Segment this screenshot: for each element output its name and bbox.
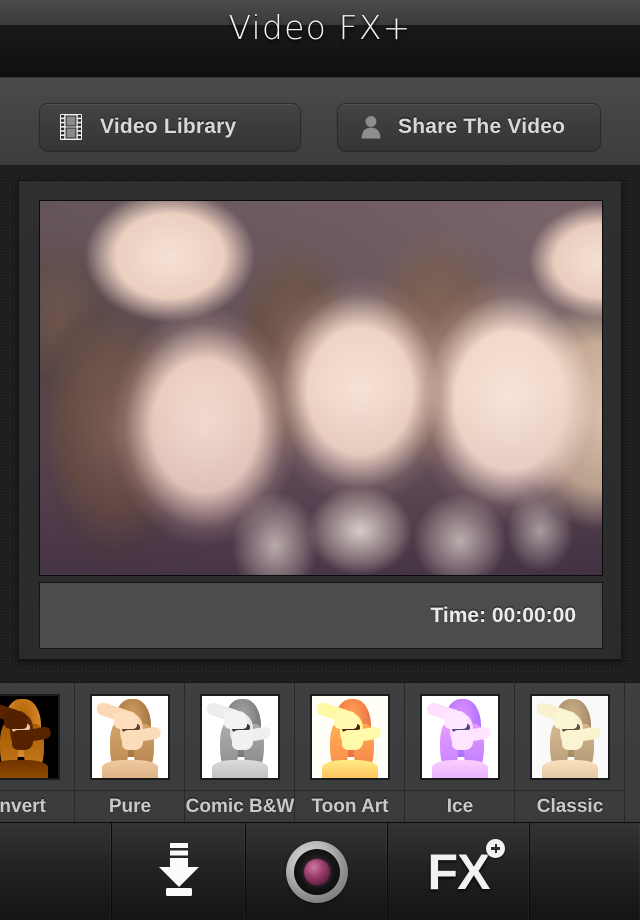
bottom-toolbar: FX: [0, 822, 640, 920]
filter-preview-image: [311, 696, 388, 778]
bottom-bar-spacer-left: [0, 823, 112, 920]
filter-label-row: Invert: [0, 790, 75, 822]
page-title: Video FX+: [228, 8, 412, 47]
camera-lens-glass: [303, 859, 330, 885]
filter-label-row: Classic: [515, 790, 625, 822]
fx-logo: FX: [427, 839, 506, 901]
filter-thumbnail: [419, 694, 500, 780]
filter-label: Pure: [108, 796, 152, 817]
video-library-button[interactable]: Video Library: [39, 103, 301, 151]
share-video-button[interactable]: Share The Video: [337, 103, 601, 151]
filter-label-row: Ice: [405, 790, 515, 822]
filter-thumbnail: [0, 694, 60, 780]
video-preview[interactable]: [39, 200, 603, 576]
app-root: Video FX+ Video Library Share The Video …: [0, 0, 640, 920]
title-bar: Video FX+: [0, 8, 640, 78]
filter-preview-image: [421, 696, 498, 778]
filter-label: Ice: [446, 796, 474, 817]
capture-button[interactable]: [246, 823, 388, 920]
video-library-button-label: Video Library: [100, 115, 237, 138]
download-icon: [153, 841, 205, 904]
camera-lens-inner: [293, 849, 340, 895]
fx-label: FX: [427, 844, 491, 900]
filter-preview-image: [201, 696, 278, 778]
filter-preview-image: [0, 696, 58, 778]
plus-badge-icon: [486, 839, 506, 858]
filter-label: Comic B&W: [185, 796, 295, 817]
filter-item-ice[interactable]: Ice: [405, 683, 515, 822]
filter-label-row: Pure: [75, 790, 185, 822]
filter-item-classic[interactable]: Classic: [515, 683, 625, 822]
filter-thumbnail: [309, 694, 390, 780]
top-toolbar: Video Library Share The Video: [0, 78, 640, 166]
film-strip-icon: [58, 114, 84, 140]
filter-item-invert[interactable]: Invert: [0, 683, 75, 822]
save-video-button[interactable]: [112, 823, 246, 920]
filter-thumbnail: [199, 694, 280, 780]
filter-preview-image: [91, 696, 168, 778]
share-video-button-label: Share The Video: [398, 115, 566, 138]
filter-item-pure[interactable]: Pure: [75, 683, 185, 822]
filter-label-row: Toon Art: [295, 790, 405, 822]
filter-label: Toon Art: [311, 796, 389, 817]
bottom-bar-spacer-right: [530, 823, 640, 920]
filter-preview-image: [531, 696, 608, 778]
filter-strip[interactable]: Invert Pure: [0, 682, 640, 822]
video-preview-panel: Time: 00:00:00: [18, 180, 622, 660]
filter-thumbnail: [529, 694, 610, 780]
filter-thumbnail: [89, 694, 170, 780]
filter-label: Invert: [0, 796, 46, 817]
time-display: Time: 00:00:00: [430, 603, 576, 627]
person-icon: [358, 115, 384, 139]
effects-button[interactable]: FX: [388, 823, 530, 920]
filter-item-comic-bw[interactable]: Comic B&W: [185, 683, 295, 822]
filter-item-toon-art[interactable]: Toon Art: [295, 683, 405, 822]
video-frame-image: [40, 201, 602, 575]
filter-label-row: Comic B&W: [185, 790, 295, 822]
camera-lens-icon: [285, 841, 348, 903]
time-bar: Time: 00:00:00: [39, 582, 603, 649]
filter-label: Classic: [536, 796, 604, 817]
